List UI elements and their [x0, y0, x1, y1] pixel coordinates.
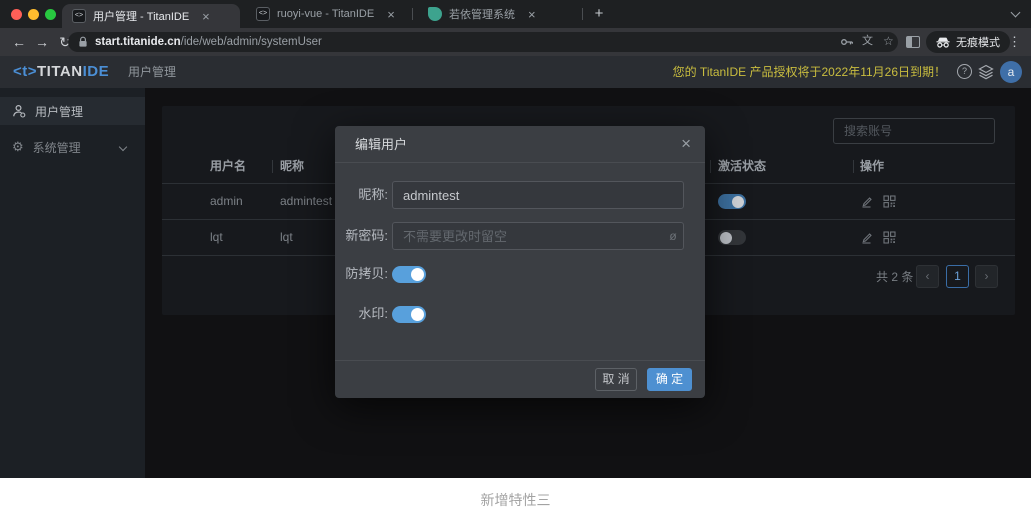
search-input[interactable] [833, 118, 995, 144]
layers-icon[interactable] [978, 64, 994, 80]
lock-icon [78, 36, 88, 48]
active-status-toggle[interactable] [718, 194, 746, 209]
browser-menu-icon[interactable]: ⋮ [1008, 28, 1021, 56]
footer-divider [335, 360, 705, 361]
cancel-button[interactable]: 取 消 [595, 368, 637, 391]
pagination-total: 共 2 条 [876, 266, 913, 289]
caption-text: 新增特性三 [0, 478, 1031, 510]
new-password-label: 新密码: [335, 222, 388, 250]
sidebar-item-user-management[interactable]: 用户管理 [0, 97, 145, 125]
confirm-button[interactable]: 确 定 [647, 368, 692, 391]
page-title: 用户管理 [128, 56, 176, 88]
translate-icon[interactable]: 文 [862, 34, 873, 48]
address-bar[interactable]: start.titanide.cn/ide/web/admin/systemUs… [68, 32, 898, 52]
back-button[interactable]: ← [8, 28, 30, 56]
pagination-next-button[interactable]: › [975, 265, 998, 288]
qrcode-icon[interactable] [883, 195, 896, 208]
col-header-nickname: 昵称 [280, 150, 304, 183]
col-header-username: 用户名 [210, 150, 246, 183]
tab-close-icon[interactable]: × [202, 10, 210, 23]
incognito-label: 无痕模式 [956, 34, 1000, 50]
cell-nickname: admintest [280, 183, 332, 219]
anticopy-toggle[interactable] [392, 266, 426, 283]
bookmark-star-icon[interactable]: ☆ [883, 34, 894, 48]
url-text: start.titanide.cn/ide/web/admin/systemUs… [95, 36, 322, 48]
incognito-icon [936, 37, 950, 48]
window-zoom-button[interactable] [45, 9, 56, 20]
new-tab-button[interactable]: + [588, 3, 610, 25]
screenshot-root: <> 用户管理 - TitanIDE × <> ruoyi-vue - Tita… [0, 0, 1031, 522]
ruoyi-favicon-icon [428, 7, 442, 21]
titanide-favicon-icon: <> [72, 9, 86, 23]
nickname-field[interactable] [392, 181, 684, 209]
caption-strip: 新增特性三 [0, 478, 1031, 522]
password-key-icon[interactable] [840, 35, 854, 49]
window-close-button[interactable] [11, 9, 22, 20]
app-header: <t>TITANIDE 用户管理 您的 TitanIDE 产品授权将于2022年… [0, 56, 1031, 88]
tab-separator [582, 8, 583, 20]
new-password-field[interactable] [392, 222, 684, 250]
sidebar-item-label: 系统管理 [33, 139, 81, 156]
active-status-toggle[interactable] [718, 230, 746, 245]
license-warning: 您的 TitanIDE 产品授权将于2022年11月26日到期！ [673, 56, 946, 88]
user-icon [12, 104, 26, 118]
edit-icon[interactable] [860, 231, 873, 244]
dialog-title: 编辑用户 [335, 126, 705, 163]
column-separator [272, 160, 273, 173]
incognito-badge: 无痕模式 [926, 31, 1010, 53]
cell-actions [860, 219, 896, 255]
gear-icon: ⚙ [12, 139, 24, 155]
sidebar: 用户管理 ⚙ 系统管理 [0, 88, 145, 478]
password-visibility-icon[interactable]: ø [663, 222, 683, 250]
qrcode-icon[interactable] [883, 231, 896, 244]
tab-separator [412, 8, 413, 20]
side-panel-icon[interactable] [906, 36, 920, 48]
tab-close-icon[interactable]: × [528, 8, 536, 21]
watermark-label: 水印: [335, 304, 388, 324]
column-separator [710, 160, 711, 173]
tab-close-icon[interactable]: × [387, 8, 395, 21]
titanide-logo: <t>TITANIDE [13, 56, 109, 88]
cell-nickname: lqt [280, 219, 293, 255]
col-header-actions: 操作 [860, 150, 884, 183]
titanide-favicon-icon: <> [256, 7, 270, 21]
nickname-label: 昵称: [335, 181, 388, 209]
tab-search-chevron-icon[interactable] [1011, 8, 1021, 18]
help-icon[interactable]: ? [957, 64, 972, 79]
tab-title: 若依管理系统 [449, 6, 515, 22]
col-header-active-status: 激活状态 [718, 150, 766, 183]
sidebar-item-label: 用户管理 [35, 103, 83, 120]
tab-user-management[interactable]: <> 用户管理 - TitanIDE × [62, 4, 240, 28]
pagination-prev-button[interactable]: ‹ [916, 265, 939, 288]
tab-ruoyi-admin[interactable]: 若依管理系统 × [418, 0, 580, 28]
cell-username: lqt [210, 219, 223, 255]
tab-title: ruoyi-vue - TitanIDE [277, 8, 374, 20]
pagination-page-1[interactable]: 1 [946, 265, 969, 288]
cell-username: admin [210, 183, 243, 219]
sidebar-item-system-management[interactable]: ⚙ 系统管理 [0, 133, 145, 161]
browser-tabstrip: <> 用户管理 - TitanIDE × <> ruoyi-vue - Tita… [0, 0, 1031, 28]
column-separator [853, 160, 854, 173]
edit-icon[interactable] [860, 195, 873, 208]
tab-title: 用户管理 - TitanIDE [93, 8, 189, 24]
avatar[interactable]: a [1000, 61, 1022, 83]
browser-toolbar: ← → ↻ start.titanide.cn/ide/web/admin/sy… [0, 28, 1031, 56]
chevron-down-icon [119, 143, 127, 151]
tab-ruoyi-vue[interactable]: <> ruoyi-vue - TitanIDE × [246, 0, 408, 28]
dialog-close-icon[interactable]: × [681, 126, 691, 163]
anticopy-label: 防拷贝: [335, 264, 388, 284]
cell-actions [860, 183, 896, 219]
watermark-toggle[interactable] [392, 306, 426, 323]
edit-user-dialog: 编辑用户 × 昵称: 新密码: ø 防拷贝: 水印: 取 消 确 定 [335, 126, 705, 398]
forward-button[interactable]: → [31, 28, 53, 56]
window-minimize-button[interactable] [28, 9, 39, 20]
